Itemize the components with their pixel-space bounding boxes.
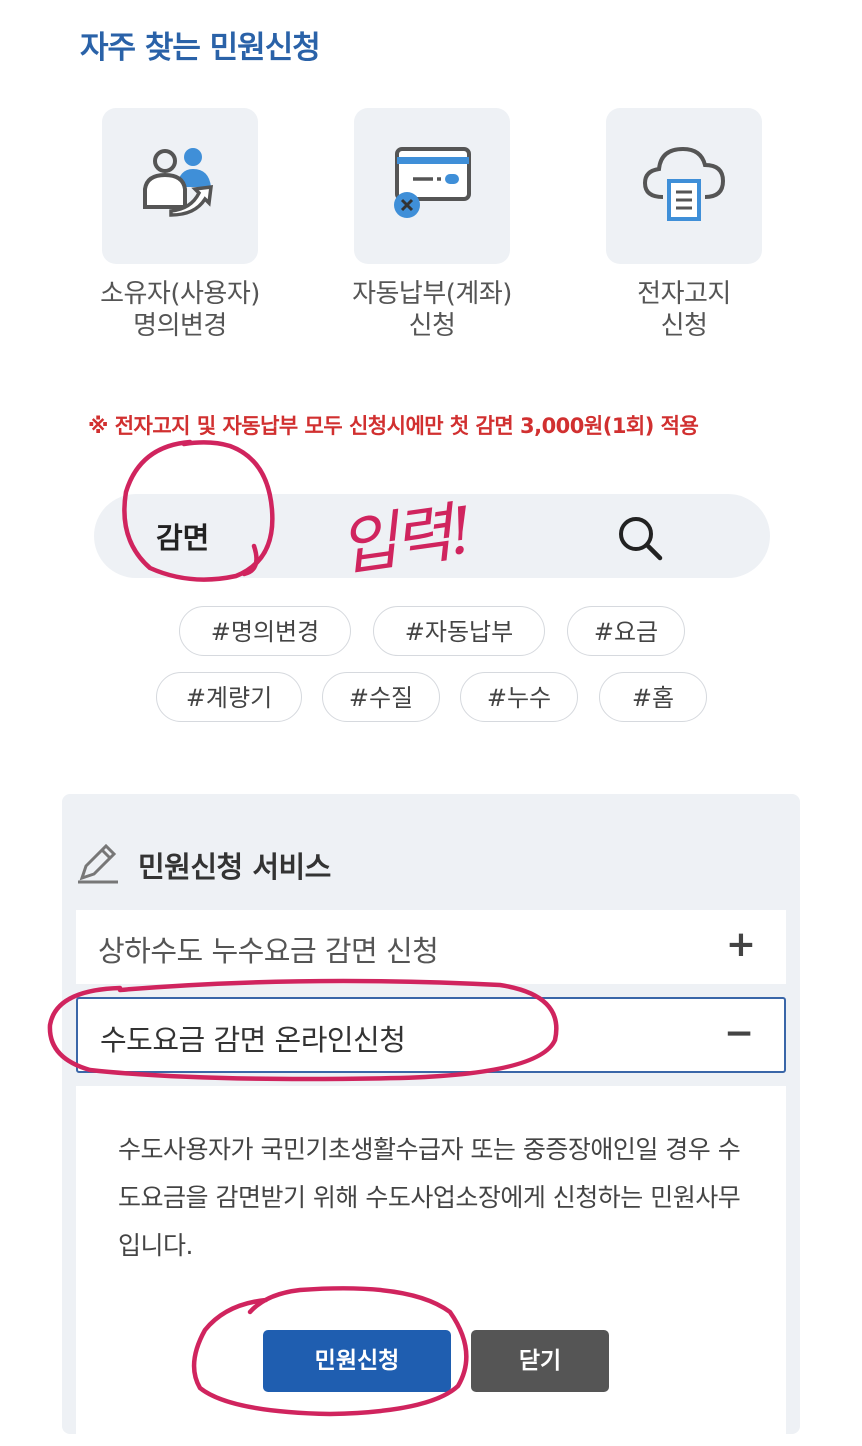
quick-link-label: 소유자(사용자)	[100, 279, 260, 309]
cloud-document-icon	[642, 146, 726, 221]
expand-icon[interactable]: +	[726, 924, 756, 965]
handwritten-note: 입력!	[334, 494, 475, 586]
quick-link-auto-payment[interactable]: 자동납부(계좌) 신청	[332, 108, 532, 342]
quick-link-tile	[354, 108, 510, 264]
quick-link-label: 신청	[660, 311, 708, 341]
quick-link-ownership-change[interactable]: 소유자(사용자) 명의변경	[80, 108, 280, 342]
section-title: 자주 찾는 민원신청	[80, 30, 321, 66]
tag-ownership[interactable]: #명의변경	[179, 606, 351, 656]
quick-link-tile	[102, 108, 258, 264]
discount-notice: ※ 전자고지 및 자동납부 모두 신청시에만 첫 감면 3,000원(1회) 적…	[88, 414, 699, 438]
accordion-content: 수도사용자가 국민기초생활수급자 또는 중증장애인일 경우 수도요금을 감면받기…	[76, 1086, 786, 1446]
search-icon	[619, 517, 663, 561]
tag-meter[interactable]: #계량기	[156, 672, 302, 722]
quick-link-tile	[606, 108, 762, 264]
tag-leak[interactable]: #누수	[460, 672, 578, 722]
person-transfer-icon	[143, 148, 214, 217]
pencil-icon	[78, 843, 118, 884]
apply-button[interactable]: 민원신청	[263, 1330, 451, 1392]
quick-link-label: 전자고지	[637, 279, 731, 309]
quick-link-label: 자동납부(계좌)	[352, 279, 512, 309]
quick-link-e-notice[interactable]: 전자고지 신청	[584, 108, 784, 342]
card-payment-icon	[394, 147, 471, 218]
quick-link-label: 명의변경	[133, 311, 227, 341]
service-title: 민원신청 서비스	[138, 850, 331, 884]
accordion-leak-discount[interactable]: 상하수도 누수요금 감면 신청 +	[76, 910, 786, 984]
service-description: 수도사용자가 국민기초생활수급자 또는 중증장애인일 경우 수도요금을 감면받기…	[118, 1135, 741, 1260]
tag-fee[interactable]: #요금	[567, 606, 685, 656]
search-button[interactable]	[614, 512, 666, 564]
accordion-fee-discount-online[interactable]: 수도요금 감면 온라인신청 −	[76, 997, 786, 1073]
tag-home[interactable]: #홈	[599, 672, 707, 722]
accordion-label: 수도요금 감면 온라인신청	[100, 1023, 406, 1057]
quick-link-label: 신청	[408, 311, 456, 341]
close-button[interactable]: 닫기	[471, 1330, 609, 1392]
tag-water-quality[interactable]: #수질	[322, 672, 440, 722]
collapse-icon[interactable]: −	[724, 1013, 754, 1054]
accordion-label: 상하수도 누수요금 감면 신청	[98, 934, 439, 968]
tag-auto-payment[interactable]: #자동납부	[373, 606, 545, 656]
